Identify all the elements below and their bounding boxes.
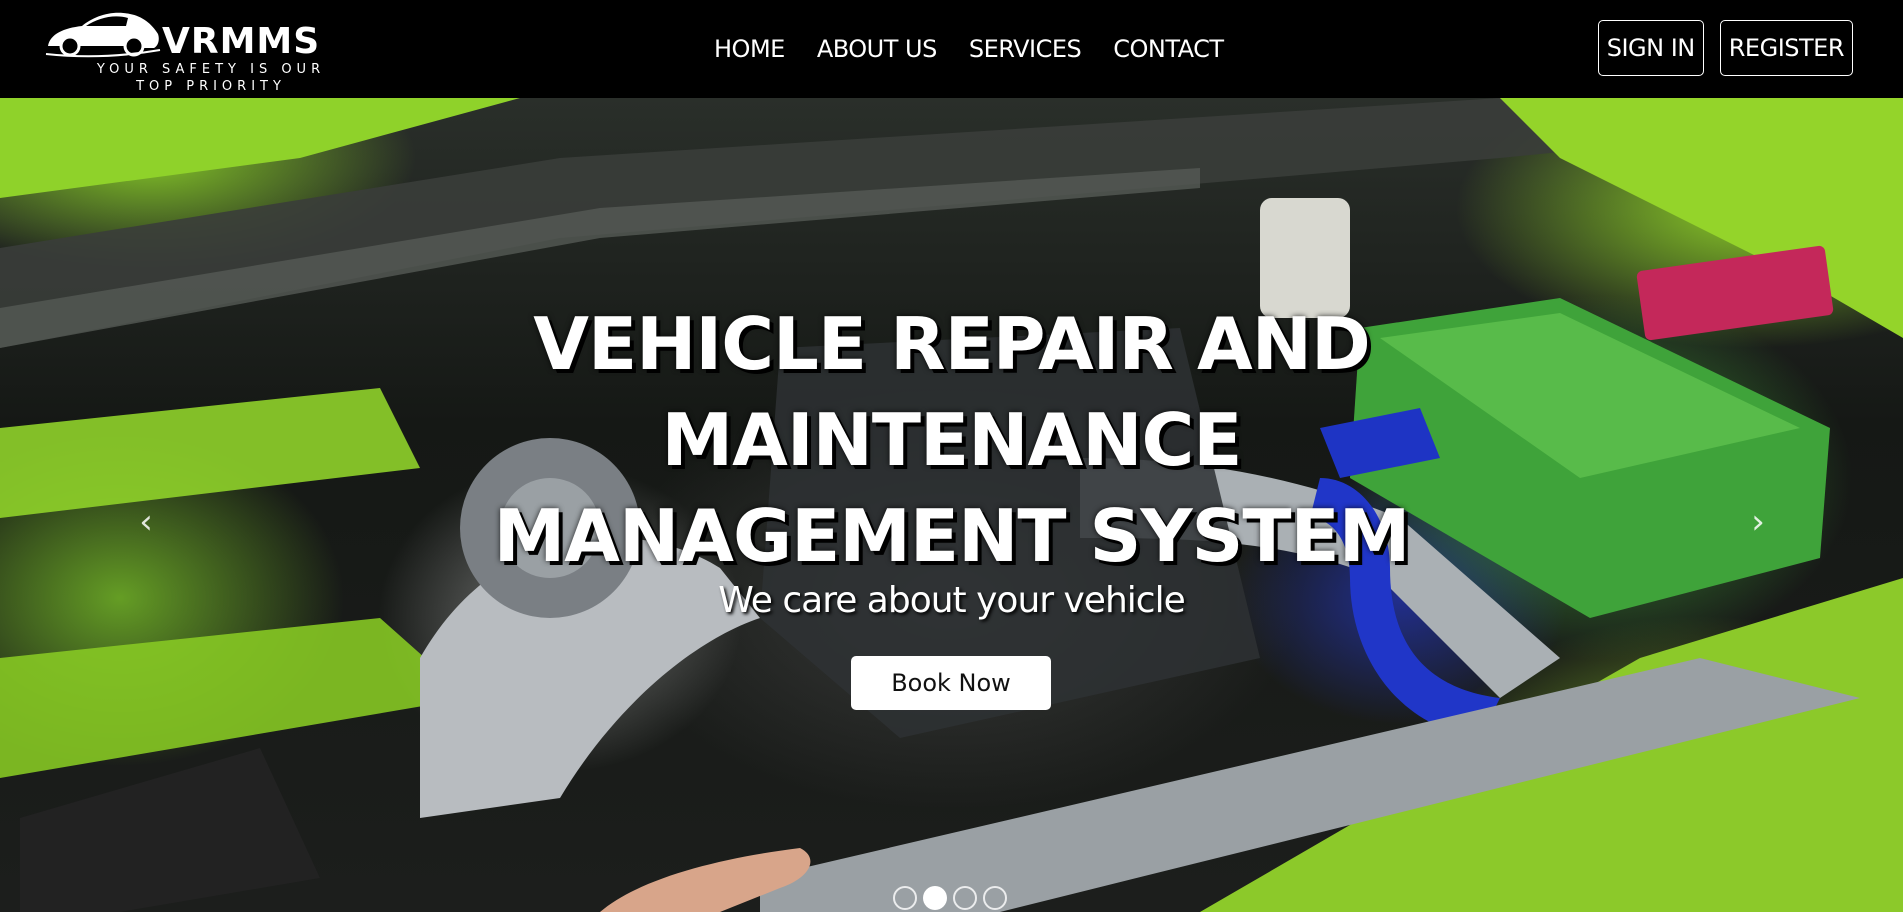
register-button[interactable]: REGISTER [1719, 20, 1853, 76]
navbar: VRMMS YOUR SAFETY IS OUR TOP PRIORITY HO… [0, 0, 1903, 98]
nav-contact[interactable]: CONTACT [1113, 34, 1224, 64]
hero-carousel: VEHICLE REPAIR AND MAINTENANCE MANAGEMEN… [0, 98, 1903, 912]
nav-about-us[interactable]: ABOUT US [817, 34, 938, 64]
chevron-left-icon[interactable]: ‹ [126, 502, 166, 542]
hero-title-line2: MAINTENANCE [661, 398, 1243, 482]
brand-logo[interactable]: VRMMS YOUR SAFETY IS OUR TOP PRIORITY [42, 6, 352, 94]
main-nav: HOME ABOUT US SERVICES CONTACT [714, 34, 1224, 64]
carousel-dot-4[interactable] [983, 886, 1007, 910]
carousel-dot-3[interactable] [953, 886, 977, 910]
brand-tagline-line1: YOUR SAFETY IS OUR [96, 62, 326, 77]
brand-tagline-line2: TOP PRIORITY [136, 79, 286, 94]
car-logo-icon [45, 12, 161, 58]
hero-title: VEHICLE REPAIR AND MAINTENANCE MANAGEMEN… [0, 296, 1903, 584]
hero-title-line1: VEHICLE REPAIR AND [533, 302, 1370, 386]
hero-subtitle: We care about your vehicle [718, 580, 1185, 621]
carousel-dot-1[interactable] [893, 886, 917, 910]
chevron-right-icon[interactable]: › [1738, 502, 1778, 542]
sign-in-button[interactable]: SIGN IN [1597, 20, 1704, 76]
nav-services[interactable]: SERVICES [969, 34, 1082, 64]
carousel-indicators [893, 886, 1007, 910]
carousel-dot-2[interactable] [923, 886, 947, 910]
brand-tagline: YOUR SAFETY IS OUR TOP PRIORITY [66, 61, 356, 95]
hero-title-line3: MANAGEMENT SYSTEM [493, 494, 1411, 578]
book-now-button[interactable]: Book Now [851, 656, 1051, 710]
brand-name: VRMMS [162, 21, 321, 62]
auth-buttons: SIGN IN REGISTER [1597, 20, 1853, 76]
nav-home[interactable]: HOME [714, 34, 785, 64]
